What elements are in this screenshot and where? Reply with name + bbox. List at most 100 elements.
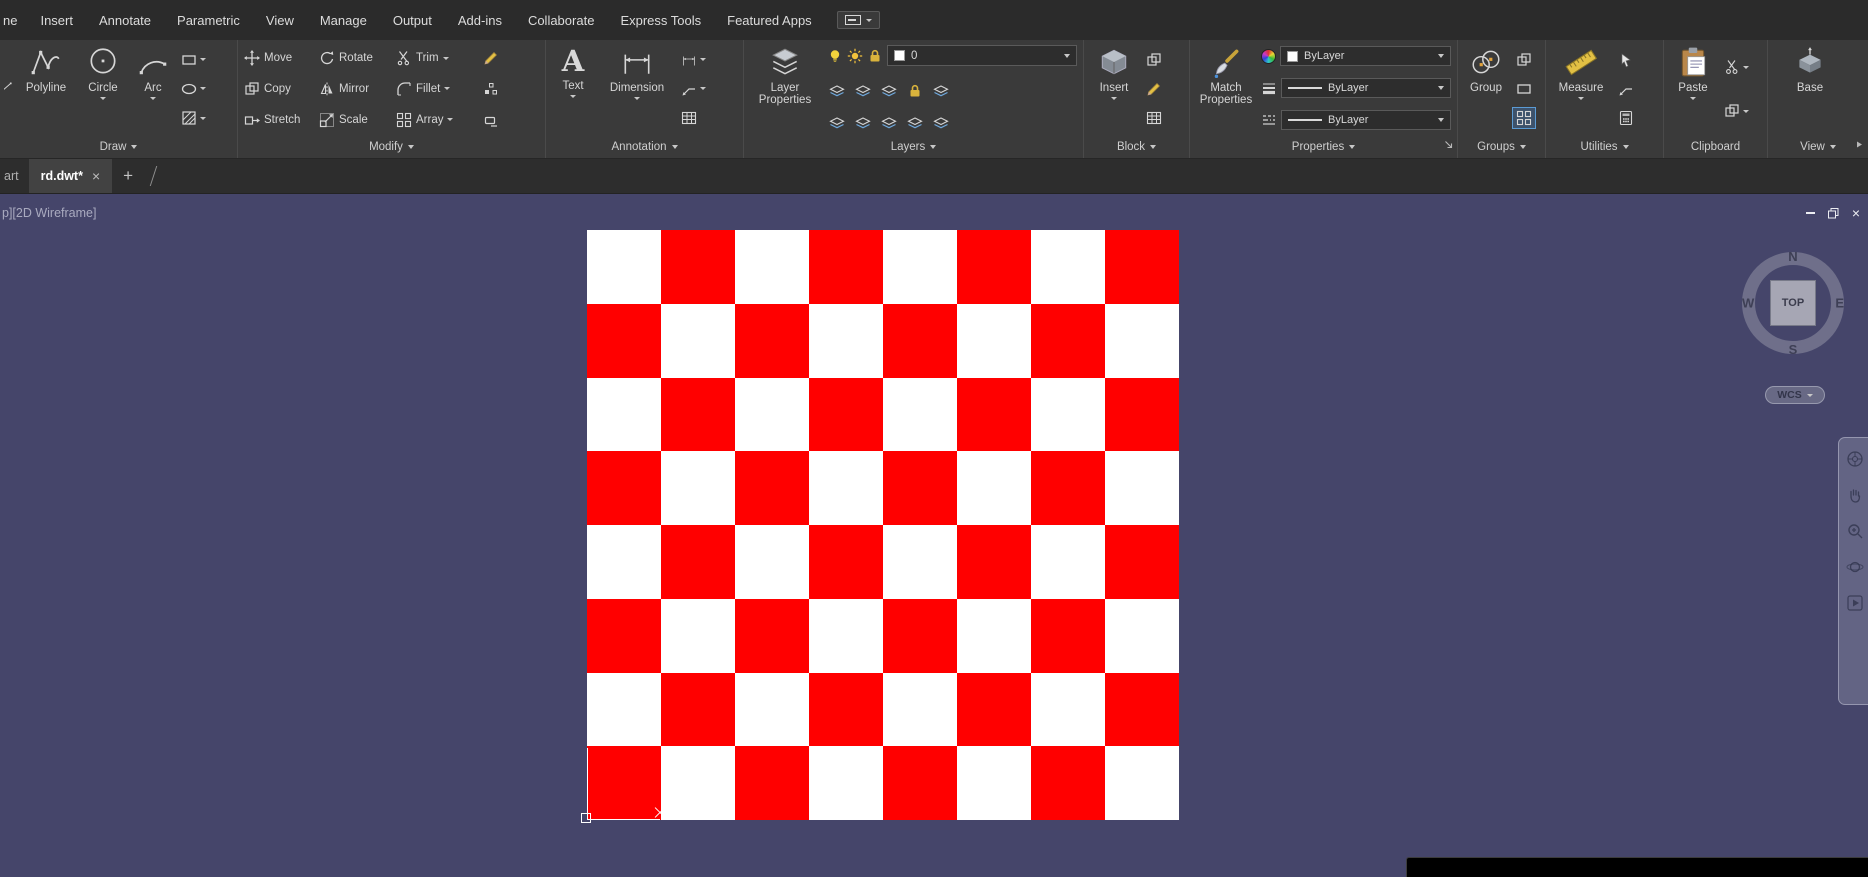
- object-color-icon[interactable]: [1261, 49, 1276, 64]
- polyline-button[interactable]: Polyline: [17, 43, 75, 135]
- new-tab-button[interactable]: +: [112, 159, 144, 193]
- menu-item-manage[interactable]: Manage: [307, 0, 380, 40]
- view-panel-footer[interactable]: View: [1768, 135, 1868, 158]
- viewcube-east[interactable]: E: [1835, 296, 1844, 311]
- viewport-close-icon[interactable]: ×: [1852, 206, 1860, 220]
- viewcube-top-face[interactable]: TOP: [1770, 280, 1816, 326]
- viewport-restore-icon[interactable]: [1828, 208, 1839, 219]
- rectangle-button[interactable]: [178, 50, 209, 70]
- stretch-button[interactable]: Stretch: [242, 111, 314, 129]
- ellipse-button[interactable]: [178, 79, 209, 99]
- dialog-launcher-icon[interactable]: [1444, 140, 1453, 149]
- arc-button[interactable]: Arc: [131, 43, 175, 135]
- line-icon-partial[interactable]: [4, 43, 14, 135]
- layer-unisolate-button[interactable]: [855, 83, 871, 99]
- dimension-style-button[interactable]: [678, 50, 709, 70]
- wcs-menu[interactable]: WCS: [1765, 386, 1825, 404]
- command-line-window[interactable]: [1406, 857, 1868, 877]
- layer-isolate-button[interactable]: [829, 83, 845, 99]
- match-layer-button[interactable]: [829, 115, 845, 131]
- leader-button[interactable]: [678, 79, 709, 99]
- block-attribute-button[interactable]: [1143, 108, 1165, 128]
- menu-item-annotate[interactable]: Annotate: [86, 0, 164, 40]
- menu-item-add-ins[interactable]: Add-ins: [445, 0, 515, 40]
- lineweight-dropdown[interactable]: ByLayer: [1281, 78, 1451, 98]
- utilities-panel-footer[interactable]: Utilities: [1546, 135, 1663, 158]
- dimension-button[interactable]: Dimension: [599, 43, 675, 135]
- create-block-button[interactable]: [1143, 50, 1165, 70]
- navigation-bar[interactable]: [1838, 437, 1868, 705]
- layer-walk-button[interactable]: [881, 115, 897, 131]
- linetype-icon[interactable]: [1261, 112, 1277, 128]
- layer-off-button[interactable]: [827, 48, 843, 64]
- annotation-panel-footer[interactable]: Annotation: [546, 135, 743, 158]
- viewcube-south[interactable]: S: [1789, 342, 1798, 357]
- viewport-minimize-icon[interactable]: [1806, 212, 1815, 214]
- layer-freeze-tool-button[interactable]: [881, 83, 897, 99]
- full-navigation-wheel-icon[interactable]: [1846, 450, 1864, 468]
- drawing-canvas[interactable]: p][2D Wireframe] × N W E S TOP WCS: [0, 194, 1868, 877]
- menu-item-parametric[interactable]: Parametric: [164, 0, 253, 40]
- pan-icon[interactable]: [1846, 486, 1864, 504]
- rotate-button[interactable]: Rotate: [317, 49, 391, 67]
- showmotion-icon[interactable]: [1846, 594, 1864, 612]
- group-button[interactable]: Group: [1462, 43, 1510, 135]
- measure-button[interactable]: Measure: [1550, 43, 1612, 135]
- circle-button[interactable]: Circle: [78, 43, 128, 135]
- layers-panel-footer[interactable]: Layers: [744, 135, 1083, 158]
- make-current-button[interactable]: [933, 83, 949, 99]
- layer-properties-button[interactable]: LayerProperties: [748, 43, 822, 135]
- panel-slideout-icon[interactable]: [1855, 140, 1864, 149]
- ungroup-button[interactable]: [1513, 50, 1535, 70]
- properties-panel-footer[interactable]: Properties: [1190, 135, 1457, 158]
- quick-calculator-button[interactable]: [1615, 108, 1637, 128]
- hatch-button[interactable]: [178, 108, 209, 128]
- match-properties-button[interactable]: MatchProperties: [1194, 43, 1258, 135]
- layer-state-button[interactable]: [907, 115, 923, 131]
- linetype-dropdown[interactable]: ByLayer: [1281, 110, 1451, 130]
- tab-close-icon[interactable]: ×: [92, 169, 100, 183]
- scale-button[interactable]: Scale: [317, 111, 391, 129]
- viewcube-north[interactable]: N: [1788, 249, 1797, 264]
- lineweight-icon[interactable]: [1261, 80, 1277, 96]
- orbit-icon[interactable]: [1846, 558, 1864, 576]
- copy-clip-button[interactable]: [1721, 101, 1752, 121]
- menu-item-featured-apps[interactable]: Featured Apps: [714, 0, 825, 40]
- mirror-button[interactable]: Mirror: [317, 80, 391, 98]
- fillet-button[interactable]: Fillet: [394, 80, 478, 98]
- copy-button[interactable]: Copy: [242, 80, 314, 98]
- layer-previous-button[interactable]: [855, 115, 871, 131]
- block-panel-footer[interactable]: Block: [1084, 135, 1189, 158]
- viewport-controls-label[interactable]: p][2D Wireframe]: [2, 206, 96, 220]
- layer-lock-tool-button[interactable]: [907, 83, 923, 99]
- quick-select-button[interactable]: [1615, 50, 1637, 70]
- group-edit-button[interactable]: [1513, 79, 1535, 99]
- zoom-icon[interactable]: [1846, 522, 1864, 540]
- draw-panel-footer[interactable]: Draw: [0, 135, 237, 158]
- menu-item-collaborate[interactable]: Collaborate: [515, 0, 608, 40]
- tab-rd-dwt[interactable]: rd.dwt* ×: [29, 159, 113, 193]
- layer-lock-button[interactable]: [867, 48, 883, 64]
- explode-button[interactable]: [481, 80, 511, 98]
- tab-start-partial[interactable]: art: [0, 159, 29, 193]
- menu-item-home-partial[interactable]: ne: [0, 0, 27, 40]
- group-selection-toggle[interactable]: [1513, 108, 1535, 128]
- base-button[interactable]: Base: [1782, 43, 1838, 135]
- modify-panel-footer[interactable]: Modify: [238, 135, 545, 158]
- array-button[interactable]: Array: [394, 111, 478, 129]
- clipboard-panel-footer[interactable]: Clipboard: [1664, 135, 1767, 158]
- groups-panel-footer[interactable]: Groups: [1458, 135, 1545, 158]
- text-button[interactable]: A Text: [550, 43, 596, 135]
- erase-button[interactable]: [481, 111, 511, 129]
- object-color-dropdown[interactable]: ByLayer: [1280, 46, 1451, 66]
- move-button[interactable]: Move: [242, 49, 314, 67]
- layer-fade-button[interactable]: [933, 115, 949, 131]
- id-point-button[interactable]: [1615, 79, 1637, 99]
- workspace-icon[interactable]: [837, 11, 880, 29]
- layer-freeze-button[interactable]: [847, 48, 863, 64]
- edit-block-button[interactable]: [1143, 79, 1165, 99]
- viewcube-west[interactable]: W: [1742, 296, 1754, 311]
- edit-pencil-button[interactable]: [481, 49, 511, 67]
- paste-button[interactable]: Paste: [1668, 43, 1718, 135]
- viewcube[interactable]: N W E S TOP: [1735, 245, 1851, 361]
